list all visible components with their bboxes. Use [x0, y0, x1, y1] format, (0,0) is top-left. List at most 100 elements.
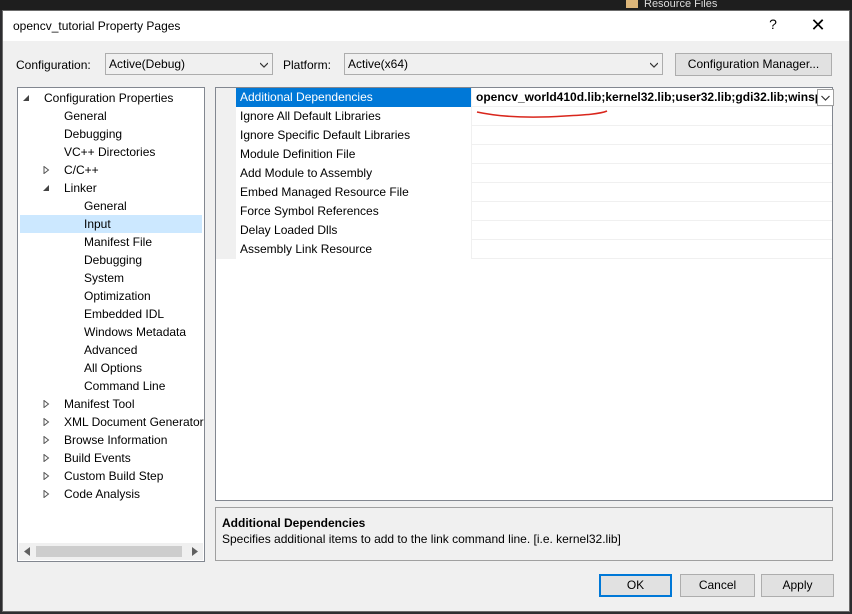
- collapsed-arrow-icon[interactable]: [42, 418, 50, 426]
- tree-item-label: Windows Metadata: [84, 325, 187, 339]
- property-row[interactable]: Delay Loaded Dlls: [236, 221, 832, 240]
- collapsed-arrow-icon[interactable]: [42, 490, 50, 498]
- property-row[interactable]: Add Module to Assembly: [236, 164, 832, 183]
- close-button[interactable]: ✕: [803, 14, 833, 38]
- tree-item-label: General: [64, 109, 107, 123]
- property-row[interactable]: Additional Dependencies opencv_world410d.…: [236, 88, 832, 107]
- tree-item[interactable]: Build Events: [20, 449, 202, 467]
- tree-item[interactable]: Browse Information: [20, 431, 202, 449]
- value-dropdown-button[interactable]: [817, 89, 834, 106]
- dialog-title: opencv_tutorial Property Pages: [13, 19, 181, 33]
- tree-item[interactable]: System: [20, 269, 202, 287]
- property-pages-dialog: opencv_tutorial Property Pages ? ✕ Confi…: [2, 10, 850, 612]
- tree-item-label: Build Events: [64, 451, 131, 465]
- property-row[interactable]: Force Symbol References: [236, 202, 832, 221]
- tree-item-label: Linker: [64, 181, 97, 195]
- tree-item[interactable]: Manifest File: [20, 233, 202, 251]
- collapsed-arrow-icon[interactable]: [42, 472, 50, 480]
- tree-item[interactable]: Optimization: [20, 287, 202, 305]
- tree-item-label: C/C++: [64, 163, 99, 177]
- expanded-arrow-icon[interactable]: [22, 94, 30, 102]
- property-value[interactable]: [473, 202, 829, 221]
- property-value[interactable]: [473, 240, 829, 259]
- property-value[interactable]: [473, 221, 829, 240]
- tree-item[interactable]: General: [20, 107, 202, 125]
- configuration-combo[interactable]: Active(Debug): [105, 53, 273, 75]
- tree-item-label: Configuration Properties: [44, 91, 174, 105]
- collapsed-arrow-icon[interactable]: [42, 400, 50, 408]
- scroll-right-icon[interactable]: [191, 547, 199, 556]
- collapsed-arrow-icon[interactable]: [42, 436, 50, 444]
- tree-item[interactable]: Linker: [20, 179, 202, 197]
- platform-combo[interactable]: Active(x64): [344, 53, 663, 75]
- property-name[interactable]: Assembly Link Resource: [236, 240, 472, 259]
- chevron-down-icon: [650, 62, 658, 68]
- tree-item-label: System: [84, 271, 125, 285]
- tree-item[interactable]: Advanced: [20, 341, 202, 359]
- tree-item[interactable]: Debugging: [20, 125, 202, 143]
- expanded-arrow-icon[interactable]: [42, 184, 50, 192]
- property-value[interactable]: [473, 183, 829, 202]
- configuration-label: Configuration:: [16, 58, 91, 72]
- property-name[interactable]: Embed Managed Resource File: [236, 183, 472, 202]
- property-name[interactable]: Ignore All Default Libraries: [236, 107, 472, 126]
- help-button[interactable]: ?: [765, 16, 781, 32]
- scroll-left-icon[interactable]: [23, 547, 31, 556]
- tree-item[interactable]: Debugging: [20, 251, 202, 269]
- tree-item[interactable]: Custom Build Step: [20, 467, 202, 485]
- chevron-down-icon: [821, 95, 830, 101]
- property-row[interactable]: Embed Managed Resource File: [236, 183, 832, 202]
- property-name[interactable]: Delay Loaded Dlls: [236, 221, 472, 240]
- property-name[interactable]: Force Symbol References: [236, 202, 472, 221]
- tree-item[interactable]: Embedded IDL: [20, 305, 202, 323]
- collapsed-arrow-icon[interactable]: [42, 166, 50, 174]
- tree-item[interactable]: VC++ Directories: [20, 143, 202, 161]
- configuration-value: Active(Debug): [109, 57, 186, 71]
- property-value[interactable]: [473, 164, 829, 183]
- tree-item[interactable]: Command Line: [20, 377, 202, 395]
- ok-button[interactable]: OK: [599, 574, 672, 597]
- property-tree[interactable]: Code Analysis Custom Build Step Build Even…: [17, 87, 205, 562]
- apply-button[interactable]: Apply: [761, 574, 834, 597]
- tree-horizontal-scrollbar[interactable]: [19, 543, 203, 560]
- collapsed-arrow-icon[interactable]: [42, 454, 50, 462]
- solution-item-label: Resource Files: [644, 0, 718, 10]
- property-value[interactable]: [473, 126, 829, 145]
- tree-item-label: Input: [84, 217, 111, 231]
- grid-gutter: [216, 88, 236, 259]
- tree-item[interactable]: Configuration Properties: [20, 89, 202, 107]
- property-row[interactable]: Assembly Link Resource: [236, 240, 832, 259]
- description-title: Additional Dependencies: [222, 516, 366, 530]
- property-name[interactable]: Add Module to Assembly: [236, 164, 472, 183]
- property-name[interactable]: Module Definition File: [236, 145, 472, 164]
- property-value[interactable]: [473, 145, 829, 164]
- tree-item[interactable]: General: [20, 197, 202, 215]
- tree-item[interactable]: Input: [20, 215, 202, 233]
- property-name[interactable]: Additional Dependencies: [236, 88, 472, 107]
- red-underline-annotation: [476, 110, 608, 118]
- tree-item[interactable]: Code Analysis: [20, 485, 202, 503]
- tree-item-label: Browse Information: [64, 433, 168, 447]
- property-name[interactable]: Ignore Specific Default Libraries: [236, 126, 472, 145]
- folder-icon: [626, 0, 638, 8]
- tree-item[interactable]: Windows Metadata: [20, 323, 202, 341]
- property-row[interactable]: Module Definition File: [236, 145, 832, 164]
- cancel-button[interactable]: Cancel: [680, 574, 755, 597]
- tree-item-label: Advanced: [84, 343, 138, 357]
- tree-item-label: General: [84, 199, 127, 213]
- tree-item[interactable]: Manifest Tool: [20, 395, 202, 413]
- tree-item-label: Code Analysis: [64, 487, 141, 501]
- solution-explorer-item: Resource Files: [626, 0, 746, 10]
- chevron-down-icon: [260, 62, 268, 68]
- property-row[interactable]: Ignore Specific Default Libraries: [236, 126, 832, 145]
- tree-item-label: Manifest Tool: [64, 397, 135, 411]
- configuration-manager-button[interactable]: Configuration Manager...: [675, 53, 832, 76]
- tree-item-label: Optimization: [84, 289, 151, 303]
- property-value[interactable]: opencv_world410d.lib;kernel32.lib;user32…: [473, 88, 829, 107]
- tree-item[interactable]: All Options: [20, 359, 202, 377]
- property-grid: Additional Dependencies opencv_world410d.…: [215, 87, 833, 501]
- tree-item[interactable]: C/C++: [20, 161, 202, 179]
- tree-item-label: Command Line: [84, 379, 166, 393]
- scrollbar-thumb[interactable]: [36, 546, 182, 557]
- tree-item[interactable]: XML Document Generator: [20, 413, 204, 431]
